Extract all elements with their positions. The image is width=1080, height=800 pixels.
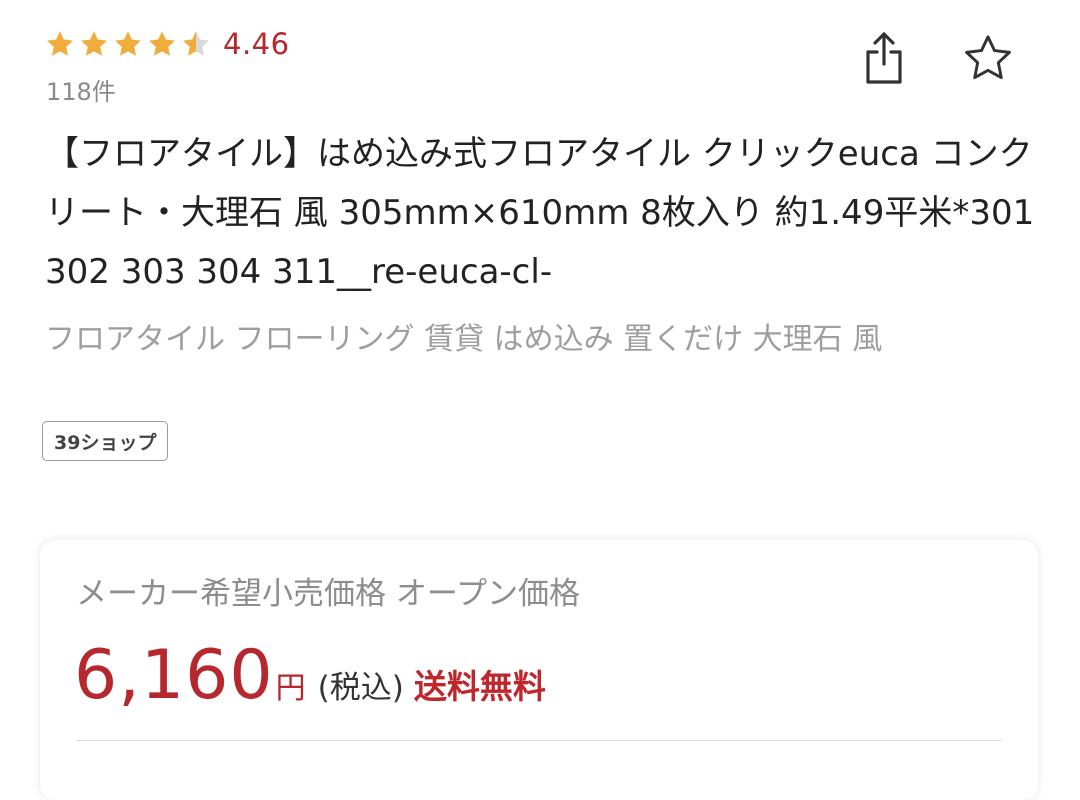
shop-badge: 39ショップ: [42, 421, 169, 461]
price-card: メーカー希望小売価格 オープン価格 6,160 円 (税込) 送料無料: [40, 540, 1038, 800]
star-icon: [113, 29, 143, 59]
half-star-icon: [181, 29, 211, 59]
star-icon: [79, 29, 109, 59]
rating-summary: 4.46: [45, 22, 290, 66]
rating-value: 4.46: [223, 27, 290, 61]
star-rating: [45, 29, 215, 59]
product-catchphrase: フロアタイル フローリング 賃貸 はめ込み 置くだけ 大理石 風: [45, 322, 883, 357]
price-unit: 円: [275, 671, 306, 706]
star-icon: [147, 29, 177, 59]
free-shipping-label: 送料無料: [413, 667, 546, 706]
price-amount: 6,160: [74, 636, 274, 715]
tax-label: (税込): [317, 670, 404, 706]
review-count-link[interactable]: 118件: [46, 72, 116, 107]
share-icon: [866, 32, 902, 84]
divider: [76, 740, 1002, 741]
star-icon: [45, 29, 75, 59]
share-button[interactable]: [856, 28, 912, 88]
msrp-label: メーカー希望小売価格 オープン価格: [76, 576, 580, 612]
star-outline-icon: [965, 35, 1011, 80]
favorite-button[interactable]: [960, 28, 1016, 88]
price-row: 6,160 円 (税込) 送料無料: [74, 636, 546, 716]
product-title: 【フロアタイル】はめ込み式フロアタイル クリックeuca コンクリート・大理石 …: [45, 134, 1035, 292]
